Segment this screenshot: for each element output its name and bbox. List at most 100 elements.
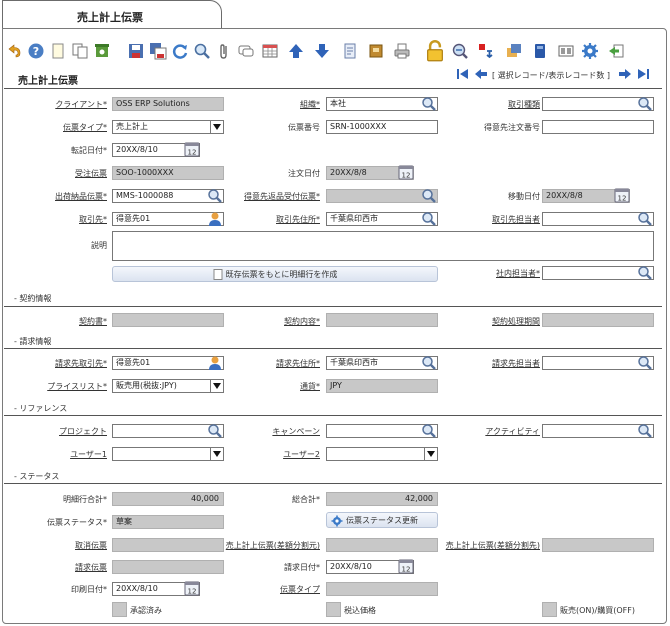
report-icon[interactable] [340,40,360,62]
next-record-icon[interactable] [618,68,632,82]
billing-section-header[interactable]: - 請求情報 [14,336,51,347]
customer-po-field[interactable] [542,120,654,134]
description-textarea[interactable] [112,231,654,261]
doc-no-label: 伝票番号 [288,123,320,132]
trade-type-search-icon[interactable] [637,96,653,112]
first-record-icon[interactable] [456,68,470,82]
last-record-icon[interactable] [636,68,650,82]
sales-rep-label: 社内担当者* [496,269,540,278]
calendar-icon[interactable]: 12 [184,580,200,596]
header-separator [4,88,662,89]
back-icon[interactable] [4,40,24,62]
zoom-icon[interactable] [450,40,470,62]
order-doc-field: SOO-1000XXX [112,166,224,180]
doc-no-field[interactable]: SRN-1000XXX [326,120,438,134]
partner-contact-label: 取引先担当者 [492,215,540,224]
workflow-icon[interactable] [504,40,524,62]
pricelist-value: 販売用(税抜:JPY) [116,381,177,390]
cancel-doc-label: 取消伝票 [75,541,107,550]
new-icon[interactable] [48,40,68,62]
save-icon[interactable] [126,40,146,62]
svg-text:?: ? [33,45,39,58]
create-lines-button[interactable]: 既存伝票をもとに明細行を作成 [112,266,438,282]
chevron-down-icon[interactable] [210,448,223,460]
bill-contact-search-icon[interactable] [637,355,653,371]
contract-separator [4,306,662,307]
save-copy-icon[interactable] [148,40,168,62]
user1-label: ユーザー1 [70,450,107,459]
cancel-doc-field [112,538,224,552]
exit-icon[interactable] [606,40,626,62]
calendar-icon[interactable]: 12 [184,141,200,157]
bill-addr-search-icon[interactable] [421,355,437,371]
status-separator [4,483,662,484]
contract-section-header[interactable]: - 契約情報 [14,293,51,304]
partner-addr-search-icon[interactable] [421,211,437,227]
record-indicator: [ 選択レコード/表示レコード数 ] [492,71,611,80]
org-value: 本社 [330,99,346,108]
help-icon[interactable]: ? [26,40,46,62]
org-search-icon[interactable] [421,96,437,112]
notebook-icon[interactable] [366,40,386,62]
trade-type-label: 取引種類 [508,100,540,109]
archive-icon[interactable] [530,40,550,62]
refresh-icon[interactable] [170,40,190,62]
invoice-doc-label: 請求伝票 [75,563,107,572]
status-section-header[interactable]: - ステータス [14,471,59,482]
currency-label: 通貨* [300,382,320,391]
pricelist-select[interactable]: 販売用(税抜:JPY) [112,379,224,393]
settings-icon[interactable] [580,40,600,62]
user2-select[interactable] [326,447,438,461]
campaign-search-icon[interactable] [421,423,437,439]
user1-select[interactable] [112,447,224,461]
cards-icon[interactable] [556,40,576,62]
doc-type-label: 伝票タイプ* [63,123,107,132]
up-icon[interactable] [286,40,306,62]
activity-search-icon[interactable] [637,423,653,439]
svg-text:12: 12 [618,195,627,203]
svg-text:12: 12 [188,588,197,596]
down-icon[interactable] [312,40,332,62]
reference-section-header[interactable]: - リファレンス [14,403,67,414]
print-date-label: 印刷日付* [71,585,107,594]
user2-label: ユーザー2 [283,450,320,459]
svg-text:12: 12 [188,149,197,157]
client-field: OSS ERP Solutions [112,97,224,111]
print-icon[interactable] [392,40,412,62]
chevron-down-icon[interactable] [424,448,437,460]
contract-period-label: 契約処理期間 [492,317,540,326]
doc-type-select[interactable]: 売上計上 [112,120,224,134]
delete-icon[interactable] [92,40,112,62]
copy-icon[interactable] [70,40,90,62]
doc-status-field: 草案 [112,515,224,529]
calendar-icon: 12 [614,187,630,203]
client-label: クライアント* [55,100,107,109]
chevron-down-icon[interactable] [210,121,223,133]
grid-icon[interactable] [260,40,280,62]
tab-title: 売上計上伝票 [77,11,143,24]
partner-contact-search-icon[interactable] [637,211,653,227]
partner-label: 取引先* [79,215,107,224]
ship-doc-search-icon[interactable] [207,188,223,204]
search-icon[interactable] [192,40,212,62]
user-icon[interactable] [207,211,223,227]
sales-rep-search-icon[interactable] [637,265,653,281]
project-search-icon[interactable] [207,423,223,439]
comment-icon[interactable] [236,40,256,62]
chevron-down-icon[interactable] [210,380,223,392]
prev-record-icon[interactable] [474,68,488,82]
attach-icon[interactable] [214,40,234,62]
description-label: 説明 [91,241,107,250]
doc-type2-field [326,582,438,596]
user-icon[interactable] [207,355,223,371]
window-tab[interactable]: 売上計上伝票 [2,0,222,29]
tax-included-label: 税込価格 [344,606,376,615]
lock-icon[interactable] [422,40,448,62]
flag-icon[interactable] [476,40,496,62]
sales-onoff-checkbox [542,602,557,617]
order-doc-label: 受注伝票 [75,169,107,178]
update-status-button[interactable]: 伝票ステータス更新 [326,512,438,528]
billing-separator [4,348,662,349]
currency-field: JPY [326,379,438,393]
calendar-icon[interactable]: 12 [398,558,414,574]
